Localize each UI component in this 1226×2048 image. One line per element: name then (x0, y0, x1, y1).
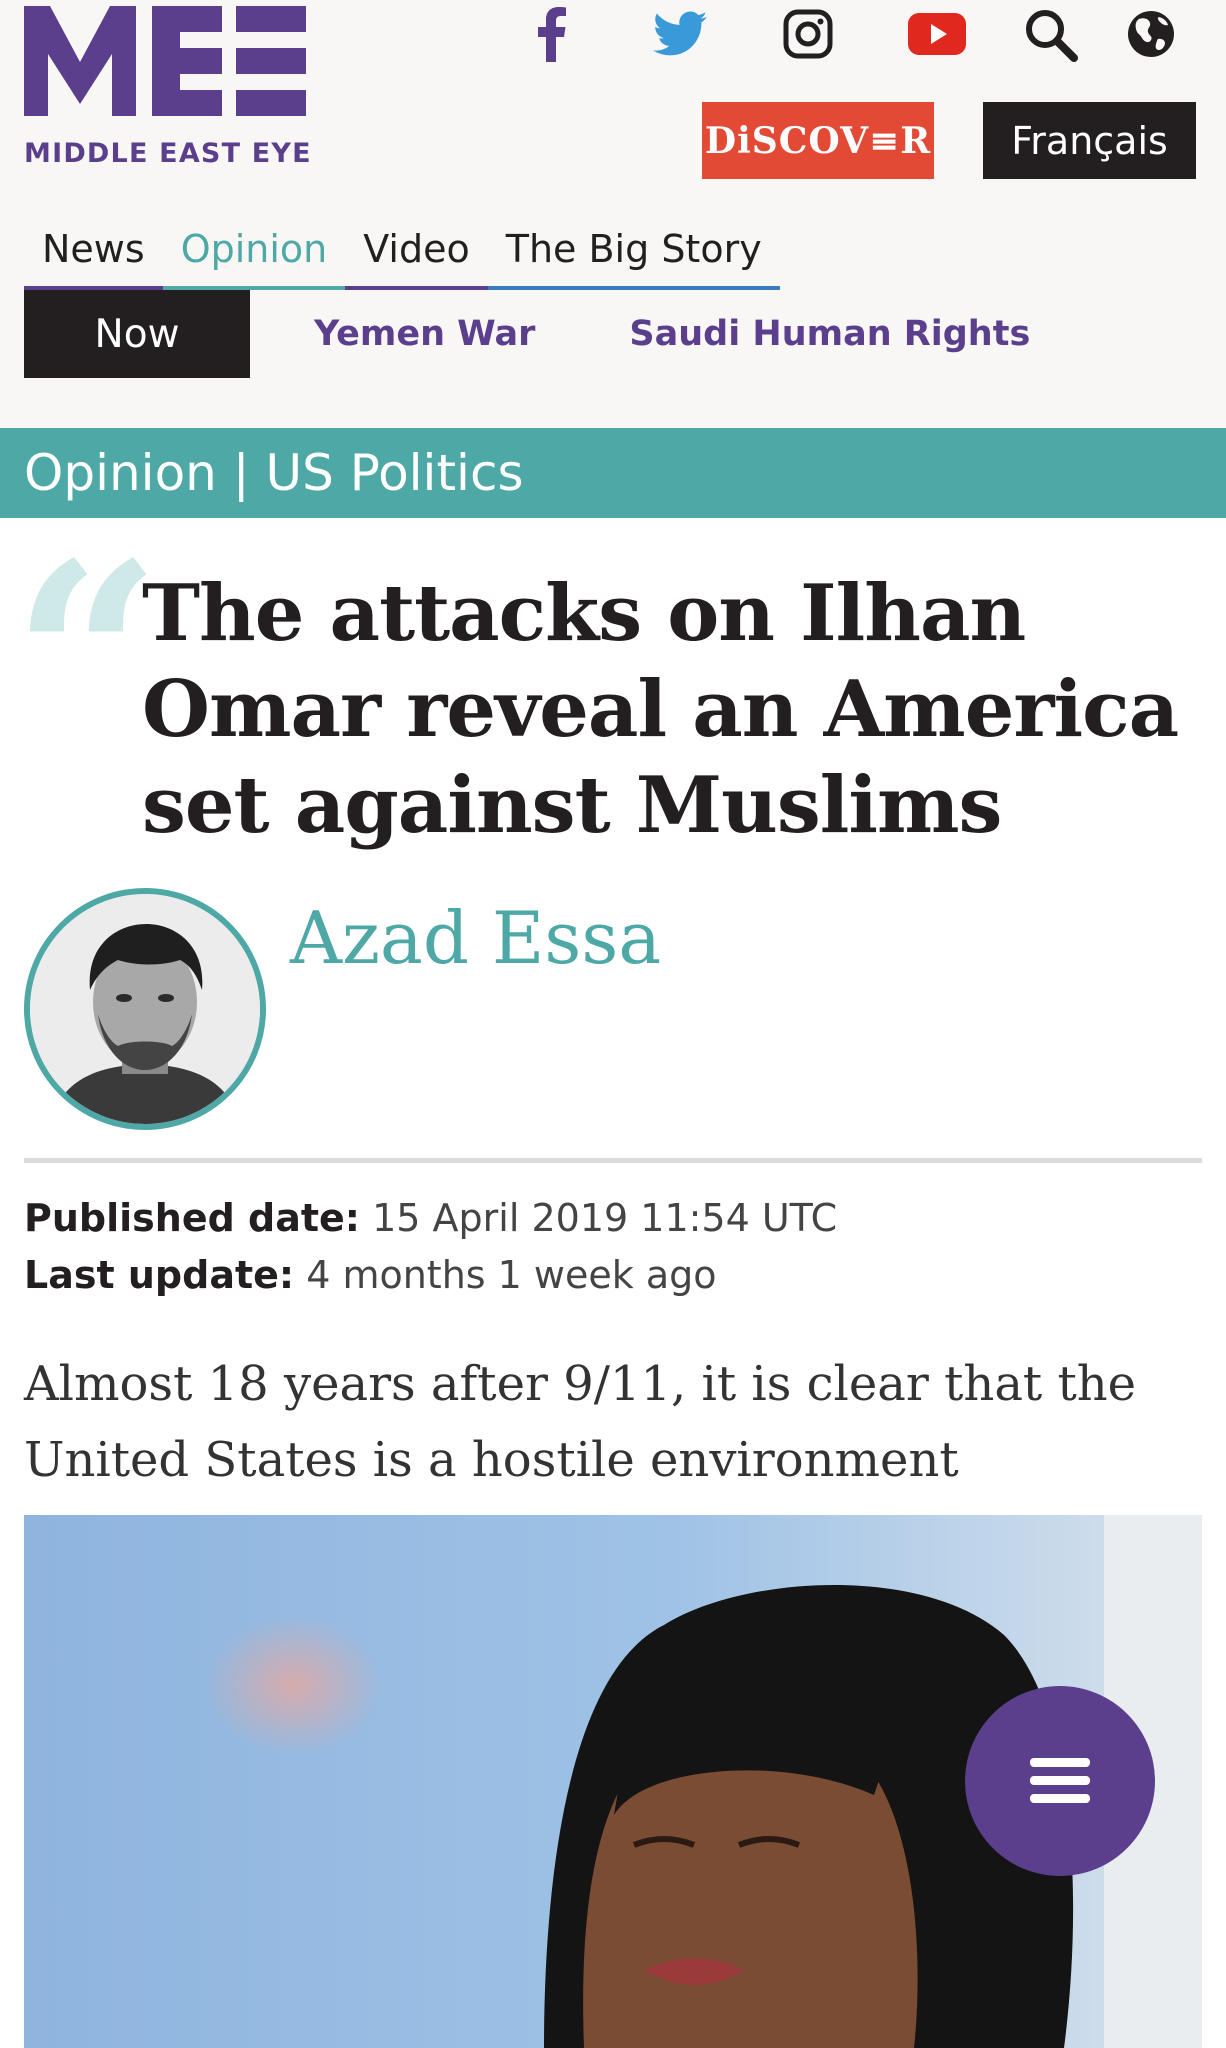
facebook-icon[interactable] (530, 4, 572, 64)
youtube-icon[interactable] (907, 4, 967, 64)
article-lede: Almost 18 years after 9/11, it is clear … (24, 1356, 1137, 1488)
francais-button[interactable]: Français (983, 102, 1196, 179)
nav-opinion[interactable]: Opinion (162, 220, 346, 290)
category-bar[interactable]: Opinion | US Politics (0, 428, 1226, 518)
menu-fab-button[interactable] (965, 1686, 1155, 1876)
nav-big-story[interactable]: The Big Story (487, 220, 780, 290)
updated-label: Last update: (24, 1253, 295, 1297)
published-label: Published date: (24, 1196, 361, 1240)
sub-nav: Now Yemen War Saudi Human Rights (24, 290, 1030, 378)
last-update: Last update: 4 months 1 week ago (24, 1253, 717, 1297)
logo-text: MIDDLE EAST EYE (24, 138, 312, 169)
published-value: 15 April 2019 11:54 UTC (372, 1196, 838, 1240)
nav-video[interactable]: Video (345, 220, 488, 290)
instagram-icon[interactable] (780, 4, 836, 64)
published-date: Published date: 15 April 2019 11:54 UTC (24, 1196, 837, 1240)
mee-logo[interactable]: MIDDLE EAST EYE (24, 4, 324, 174)
globe-icon[interactable] (1123, 4, 1179, 64)
sub-nav-saudi-human-rights[interactable]: Saudi Human Rights (629, 314, 1030, 354)
site-header: MIDDLE EAST EYE DiSCOV≡R Français News O… (0, 0, 1226, 428)
sub-nav-yemen-war[interactable]: Yemen War (314, 314, 535, 354)
mee-logo-mark (24, 6, 306, 116)
divider (24, 1158, 1202, 1163)
updated-value: 4 months 1 week ago (306, 1253, 717, 1297)
now-tab[interactable]: Now (24, 290, 250, 378)
quote-mark-icon: “ (12, 507, 162, 812)
author-avatar[interactable] (24, 888, 266, 1130)
twitter-icon[interactable] (650, 4, 710, 64)
main-nav: News Opinion Video The Big Story (24, 220, 780, 290)
discover-button[interactable]: DiSCOV≡R (702, 102, 934, 179)
nav-news[interactable]: News (24, 220, 163, 290)
article-title: The attacks on Ilhan Omar reveal an Amer… (142, 568, 1179, 851)
author-name[interactable]: Azad Essa (290, 896, 661, 980)
search-icon[interactable] (1020, 4, 1080, 64)
hamburger-menu-icon (1030, 1758, 1090, 1803)
